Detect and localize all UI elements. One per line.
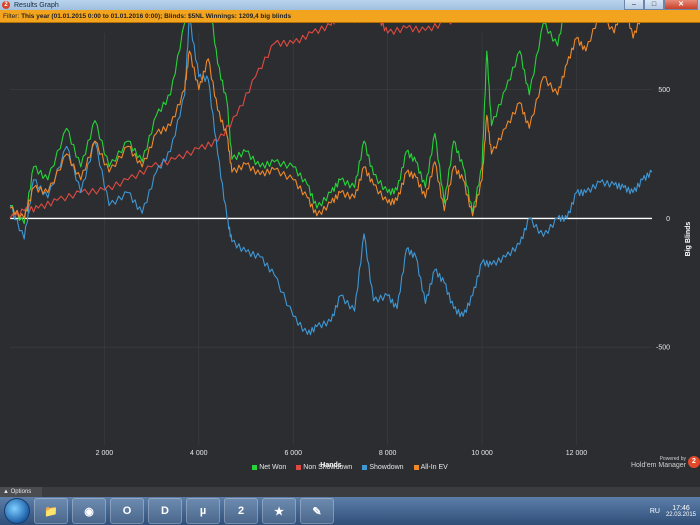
window-title: Results Graph bbox=[14, 1, 59, 9]
taskbar-apps: 📁 ◉ O Dµ 2 ★ ✎ bbox=[30, 498, 334, 524]
holdem-manager-icon[interactable]: 2 bbox=[224, 498, 258, 524]
clock-date: 22.03.2015 bbox=[665, 511, 696, 518]
legend-swatch bbox=[413, 464, 419, 470]
pokerstars-icon[interactable]: ★ bbox=[262, 498, 296, 524]
y-tick-label-2: 0 bbox=[666, 216, 670, 223]
minimize-button[interactable]: – bbox=[624, 0, 644, 10]
x-tick-label-1: 4 000 bbox=[190, 450, 208, 457]
filter-bar[interactable]: Filter: This year (01.01.2015 0:00 to 01… bbox=[0, 10, 700, 23]
holdem-manager-app-icon: 2 bbox=[2, 1, 10, 9]
windows-taskbar: 📁 ◉ O Dµ 2 ★ ✎ RU 17:46 22.03.2015 bbox=[0, 497, 700, 525]
title-bar: 2 Results Graph – □ ✕ bbox=[0, 0, 700, 10]
y-axis-label: Big Blinds bbox=[685, 222, 692, 257]
chart-svg: 2 0004 0006 0008 00010 00012 0001 000500… bbox=[9, 23, 692, 469]
clock[interactable]: 17:46 22.03.2015 bbox=[666, 505, 696, 518]
chrome-icon[interactable]: ◉ bbox=[72, 498, 106, 524]
opera-icon[interactable]: O bbox=[110, 498, 144, 524]
start-button[interactable] bbox=[4, 498, 30, 524]
close-button[interactable]: ✕ bbox=[664, 0, 698, 10]
legend-swatch bbox=[252, 464, 258, 470]
series-line-showdown bbox=[9, 23, 653, 336]
x-tick-label-5: 12 000 bbox=[566, 450, 588, 457]
x-tick-label-0: 2 000 bbox=[96, 450, 114, 457]
x-tick-label-2: 6 000 bbox=[284, 450, 302, 457]
series-line-net-won bbox=[9, 23, 563, 225]
d-app-icon[interactable]: D bbox=[148, 498, 182, 524]
options-button[interactable]: ▲ Options bbox=[0, 487, 42, 497]
filter-text: This year (01.01.2015 0:00 to 01.01.2016… bbox=[21, 13, 292, 20]
legend-label: Non Showdown bbox=[303, 463, 353, 471]
legend-item-all-in-ev[interactable]: All-In EV bbox=[413, 462, 448, 472]
x-tick-label-4: 10 000 bbox=[471, 450, 493, 457]
legend-label: Showdown bbox=[369, 463, 404, 471]
file-explorer-icon[interactable]: 📁 bbox=[34, 498, 68, 524]
series-line-non-showdown bbox=[9, 23, 452, 220]
legend-item-net-won[interactable]: Net Won bbox=[252, 462, 286, 472]
maximize-button[interactable]: □ bbox=[644, 0, 664, 10]
language-indicator[interactable]: RU bbox=[650, 508, 660, 515]
brand-block: Powered by Hold'em Manager bbox=[631, 456, 686, 469]
holdem-manager-logo-icon: 2 bbox=[688, 456, 700, 468]
legend-swatch bbox=[362, 464, 368, 470]
brand-name: Hold'em Manager bbox=[630, 462, 686, 469]
y-tick-label-3: -500 bbox=[656, 345, 670, 352]
filter-prefix: Filter: bbox=[3, 13, 20, 20]
legend-item-showdown[interactable]: Showdown bbox=[362, 462, 404, 472]
series-line-all-in-ev bbox=[9, 23, 641, 219]
legend-label: Net Won bbox=[259, 463, 287, 471]
paint-icon[interactable]: ✎ bbox=[300, 498, 334, 524]
results-graph-window: 2 Results Graph – □ ✕ Filter: This year … bbox=[0, 0, 700, 525]
results-chart: 2 0004 0006 0008 00010 00012 0001 000500… bbox=[0, 23, 700, 473]
options-bar: ▲ Options bbox=[0, 487, 700, 497]
chart-legend: Net Won Non Showdown Showdown All-In EV bbox=[0, 462, 700, 472]
legend-swatch bbox=[296, 464, 302, 470]
legend-label: All-In EV bbox=[420, 463, 448, 471]
system-tray: RU 17:46 22.03.2015 bbox=[650, 497, 696, 525]
window-controls: – □ ✕ bbox=[624, 0, 698, 10]
y-tick-label-1: 500 bbox=[658, 87, 670, 94]
legend-item-non-showdown[interactable]: Non Showdown bbox=[296, 462, 352, 472]
options-label: Options bbox=[10, 489, 32, 495]
clock-time: 17:46 bbox=[672, 504, 690, 512]
x-tick-label-3: 8 000 bbox=[379, 450, 397, 457]
utorrent-icon[interactable]: µ bbox=[186, 498, 220, 524]
